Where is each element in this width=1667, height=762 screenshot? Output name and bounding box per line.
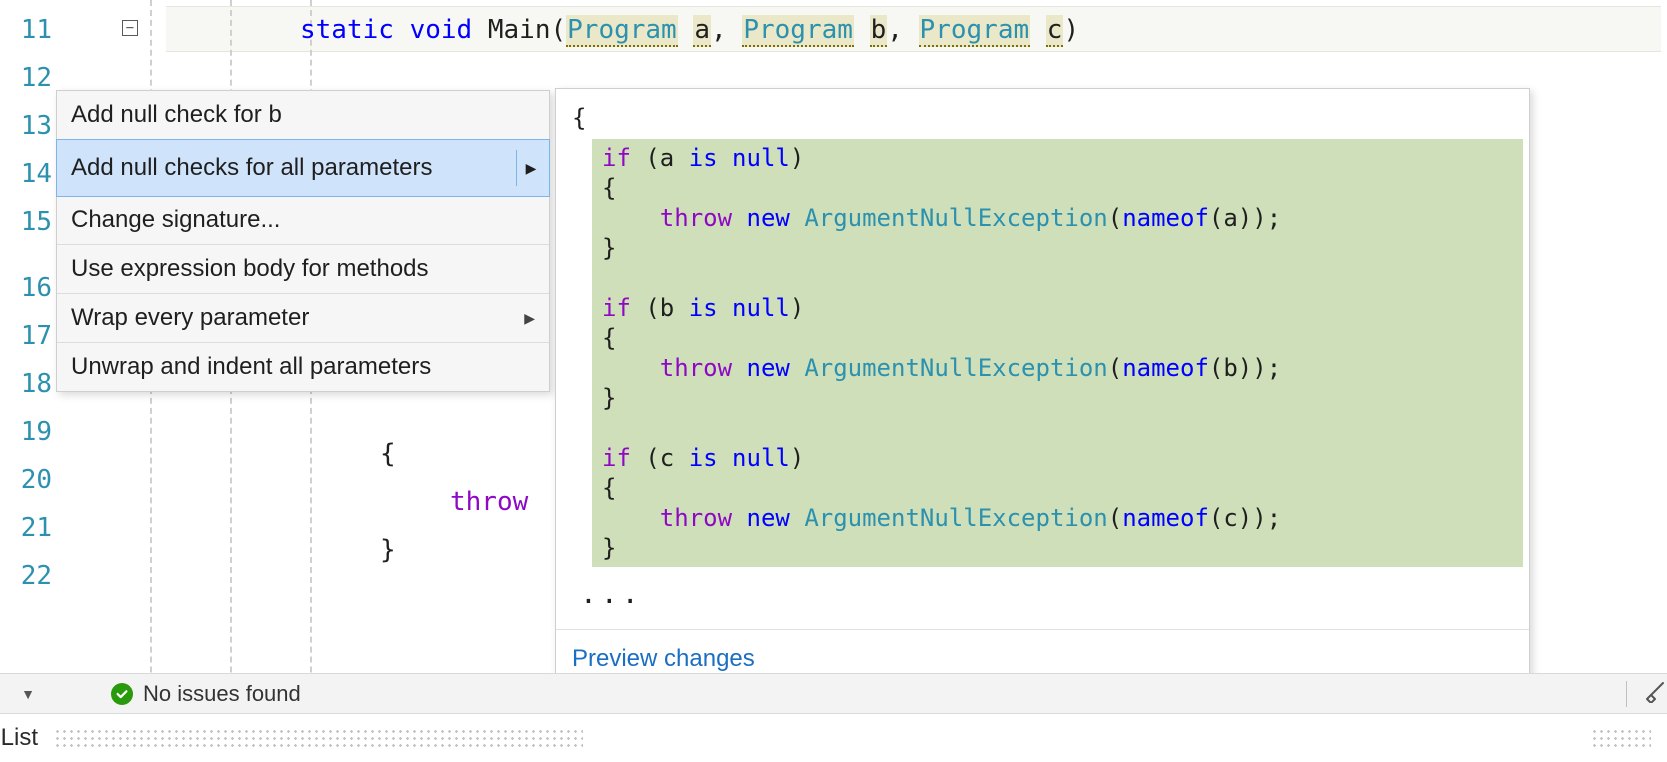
line-number: 14 (0, 150, 60, 198)
menu-item-label: Add null checks for all parameters (71, 154, 433, 182)
preview-body: { if (a is null) { throw new ArgumentNul… (556, 89, 1529, 629)
dropdown-chevron-icon[interactable]: ▼ (0, 686, 56, 702)
line-number: 11 (0, 6, 60, 54)
code-line[interactable]: { (380, 430, 396, 478)
preview-line: { (572, 103, 1513, 133)
submenu-chevron-icon: ▶ (524, 310, 535, 327)
menu-item-label: Use expression body for methods (71, 255, 429, 283)
line-number: 12 (0, 54, 60, 102)
code-line[interactable]: throw (450, 478, 528, 526)
cleanup-brush-icon[interactable] (1643, 679, 1667, 709)
drag-handle-icon[interactable] (1591, 728, 1651, 748)
menu-item-expression-body[interactable]: Use expression body for methods (57, 245, 549, 294)
line-number-gutter: 11 12 13 14 15 16 17 18 19 20 21 22 (0, 0, 60, 762)
menu-item-add-null-check-b[interactable]: Add null check for b (57, 91, 549, 140)
menu-item-label: Unwrap and indent all parameters (71, 353, 431, 381)
line-number: 20 (0, 456, 60, 504)
line-number: 17 (0, 312, 60, 360)
submenu-chevron-icon[interactable]: ▶ (516, 150, 545, 186)
line-number: 13 (0, 102, 60, 150)
bottom-panel-bar: List (0, 713, 1667, 762)
line-number: 22 (0, 552, 60, 600)
bottom-panel-label[interactable]: List (0, 724, 38, 752)
menu-item-change-signature[interactable]: Change signature... (57, 196, 549, 245)
line-number: 16 (0, 264, 60, 312)
menu-item-label: Add null check for b (71, 101, 282, 129)
menu-item-wrap-parameters[interactable]: Wrap every parameter ▶ (57, 294, 549, 343)
line-number: 21 (0, 504, 60, 552)
line-number: 18 (0, 360, 60, 408)
menu-item-unwrap-parameters[interactable]: Unwrap and indent all parameters (57, 343, 549, 391)
status-text: No issues found (143, 681, 301, 707)
fold-toggle-icon[interactable]: − (122, 20, 138, 36)
preview-changes-link[interactable]: Preview changes (572, 645, 755, 672)
preview-panel: { if (a is null) { throw new ArgumentNul… (555, 88, 1530, 688)
status-check-icon (111, 683, 133, 705)
status-separator (1626, 681, 1627, 707)
menu-item-add-null-checks-all[interactable]: Add null checks for all parameters ▶ (56, 139, 550, 197)
quick-actions-menu: Add null check for b Add null checks for… (56, 90, 550, 392)
status-bar: ▼ No issues found (0, 673, 1667, 714)
line-number: 19 (0, 408, 60, 456)
code-line[interactable]: static void Main(Program a, Program b, P… (300, 6, 1079, 54)
code-line[interactable]: } (380, 526, 396, 574)
preview-diff-block: if (a is null) { throw new ArgumentNullE… (592, 139, 1523, 567)
drag-handle-icon[interactable] (54, 728, 583, 748)
menu-item-label: Wrap every parameter (71, 304, 309, 332)
menu-item-label: Change signature... (71, 206, 280, 234)
line-number: 15 (0, 198, 60, 246)
preview-ellipsis: ... (572, 573, 1513, 609)
